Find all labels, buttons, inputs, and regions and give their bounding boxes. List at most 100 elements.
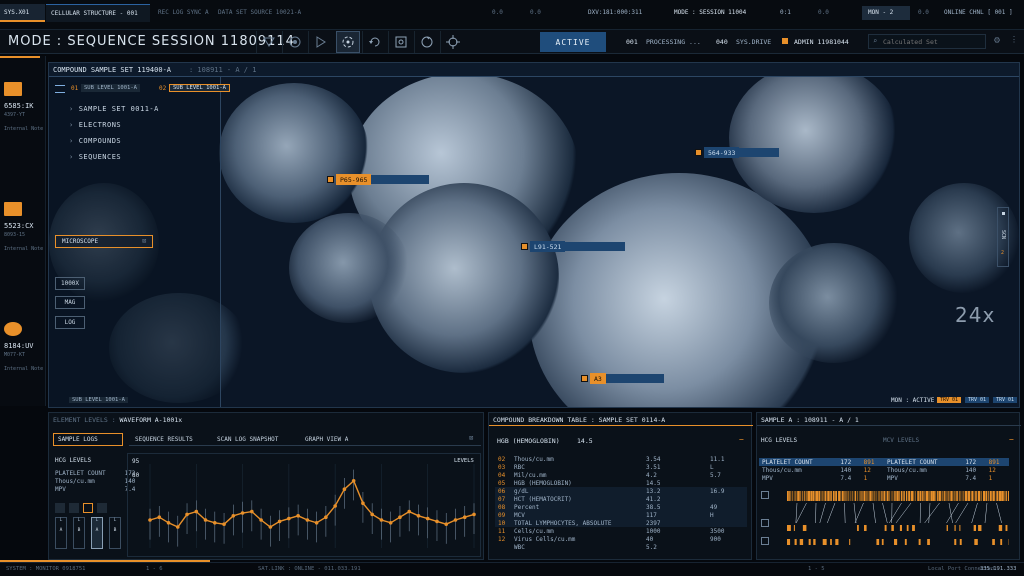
table-row[interactable]: 03 RBC 3.51 L — [495, 463, 747, 471]
barcode-bar — [906, 525, 909, 531]
element-levels-panel: ELEMENT LEVELS : WAVEFORM A-1001x SAMPLE… — [48, 412, 484, 560]
search-input[interactable] — [883, 37, 983, 47]
refresh-icon[interactable] — [362, 31, 386, 53]
building-icon — [4, 82, 22, 96]
triangle-down-icon[interactable] — [256, 31, 280, 53]
barcode-bar — [812, 491, 815, 501]
level-switch[interactable]: LA — [91, 517, 103, 549]
table-row[interactable]: WBC 5.2 — [495, 543, 747, 551]
zoom-1000x-button[interactable]: 1000X — [55, 277, 85, 290]
table-row[interactable]: 02 Thous/cu.mm 3.54 11.1 — [495, 455, 747, 463]
level-box[interactable] — [55, 503, 65, 513]
tab-sequence-results[interactable]: SEQUENCE RESULTS — [135, 436, 193, 443]
barcode-bar — [982, 491, 986, 501]
table-row[interactable]: MPV 7.4 1 MPV 7.4 1 — [759, 474, 1009, 482]
capture-icon[interactable] — [388, 31, 412, 53]
footer-code: 335.191.333 — [980, 566, 1017, 572]
rail-item-3[interactable]: 8184:UV M077-KT Internal Note — [4, 322, 44, 372]
play-small-icon[interactable] — [761, 491, 769, 499]
barcode-bar — [914, 491, 917, 501]
table-row[interactable]: 10 TOTAL LYMPHOCYTES, ABSOLUTE 2397 — [495, 519, 747, 527]
microscope-viewer[interactable]: COMPOUND SAMPLE SET 119400-A : 108911 - … — [48, 62, 1020, 408]
rotate-target-icon[interactable] — [336, 31, 360, 53]
slider-handle[interactable] — [1002, 212, 1005, 215]
waveform-graph[interactable]: 95 80 LEVELS — [127, 453, 481, 557]
dxv-readout: DXV:181:000:311 — [588, 9, 643, 16]
level-switch[interactable]: LB — [73, 517, 85, 549]
waveform-point — [240, 511, 245, 515]
table-row[interactable]: 06 g/dL 13.2 16.9 — [495, 487, 747, 495]
sub-level-b[interactable]: SUB LEVEL 1001-A — [169, 84, 230, 92]
bottom-sub-level: SUB LEVEL 1001-A — [69, 397, 128, 403]
cycle-icon[interactable] — [414, 31, 438, 53]
hamburger-icon[interactable] — [55, 85, 65, 93]
marker-tag[interactable]: L91-521 — [521, 241, 626, 252]
marker-tag[interactable]: A3 — [581, 373, 664, 384]
crosshair-icon[interactable] — [440, 31, 464, 53]
hcg-table: PLATELET COUNT 172 Thous/cu.mm 140 MPV 7.4 — [53, 469, 138, 493]
table-row[interactable]: 11 Cells/cu.mm 1000 3500 — [495, 527, 747, 535]
level-box[interactable] — [97, 503, 107, 513]
trv-badge[interactable]: TRV 01 — [965, 397, 990, 403]
collapse-icon[interactable]: − — [739, 435, 744, 444]
play-small-icon[interactable] — [761, 519, 769, 527]
play-icon[interactable] — [308, 31, 332, 53]
row-number: 11 — [498, 527, 506, 535]
level-switch[interactable]: LB — [109, 517, 121, 549]
table-row[interactable]: 05 HGB (HEMOGLOBIN) 14.5 — [495, 479, 747, 487]
rail-item-2[interactable]: 5523:CX 8093-15 Internal Note — [4, 202, 44, 252]
trv-badge[interactable]: TRV 01 — [937, 397, 962, 403]
gear-icon[interactable]: ⚙ — [994, 35, 1000, 46]
menu-item-sample-set[interactable]: › SAMPLE SET 0011-A — [69, 105, 159, 113]
table-row[interactable]: 07 HCT (HEMATOCRIT) 41.2 — [495, 495, 747, 503]
close-icon[interactable]: ⊠ — [142, 237, 146, 245]
menu-item-electrons[interactable]: › ELECTRONS — [69, 121, 121, 129]
collapse-icon[interactable]: − — [1009, 435, 1014, 444]
table-row[interactable]: PLATELET COUNT 172 891 PLATELET COUNT 172 891 — [759, 458, 1009, 466]
marker-tag[interactable]: P65-965 — [327, 174, 430, 185]
marker-tag[interactable]: 564-933 — [695, 147, 780, 158]
barcode-bar — [954, 525, 956, 531]
table-row[interactable]: Thous/cu.mm 140 12 Thous/cu.mm 140 12 — [759, 466, 1009, 474]
barcode-bar — [856, 491, 859, 501]
barcode-link — [882, 502, 888, 524]
menu-item-sequences[interactable]: › SEQUENCES — [69, 153, 121, 161]
row-range — [707, 519, 747, 527]
tab-sys[interactable]: SYS.X01 — [0, 4, 45, 22]
play-small-icon[interactable] — [761, 537, 769, 545]
marker-bar — [605, 374, 664, 383]
table-row[interactable]: 08 Percent 38.5 49 — [495, 503, 747, 511]
record-icon[interactable] — [282, 31, 306, 53]
tab-graph-view[interactable]: GRAPH VIEW A — [305, 436, 348, 443]
table-row[interactable]: 04 Mil/cu.mm 4.2 5.7 — [495, 471, 747, 479]
level-box-active[interactable] — [83, 503, 93, 513]
mag-button[interactable]: MAG — [55, 296, 85, 309]
mon-indicator[interactable]: MON - 2 — [862, 6, 910, 20]
barcode-bar — [801, 491, 803, 501]
rail-item-1[interactable]: 6585:IK 4397-YT Internal Note — [4, 82, 44, 132]
barcode-bar — [799, 539, 804, 545]
log-button[interactable]: LOG — [55, 316, 85, 329]
tab-scan-log[interactable]: SCAN LOG SNAPSHOT — [217, 436, 278, 443]
trv-badge[interactable]: TRV 01 — [993, 397, 1018, 403]
barcode-link — [948, 502, 953, 524]
scale-slider[interactable]: SCN 2 — [997, 207, 1009, 267]
active-button[interactable]: ACTIVE — [540, 32, 606, 52]
tab-cellular-structure[interactable]: CELLULAR STRUCTURE - 001 — [46, 4, 150, 22]
barcode-bar — [918, 539, 921, 545]
switch-value: B — [113, 528, 117, 533]
menu-dots-icon[interactable]: ⋮ — [1010, 35, 1018, 44]
sub-level-a[interactable]: SUB LEVEL 1001-A — [81, 84, 140, 92]
level-switch[interactable]: LA — [55, 517, 67, 549]
row-range: 49 — [710, 503, 718, 511]
close-icon[interactable]: ⊠ — [469, 434, 473, 442]
barcode-bar — [808, 539, 811, 545]
menu-item-compounds[interactable]: › COMPOUNDS — [69, 137, 121, 145]
microscope-button[interactable]: MICROSCOPE ⊠ — [55, 235, 153, 248]
table-row[interactable]: 12 Virus Cells/cu.mm 40 900 — [495, 535, 747, 543]
row-label: Cells/cu.mm — [514, 527, 554, 535]
table-row[interactable]: 09 MCV 117 H — [495, 511, 747, 519]
level-box[interactable] — [69, 503, 79, 513]
barcode-bar — [787, 539, 791, 545]
sample-logs-button[interactable]: SAMPLE LOGS — [53, 433, 123, 446]
